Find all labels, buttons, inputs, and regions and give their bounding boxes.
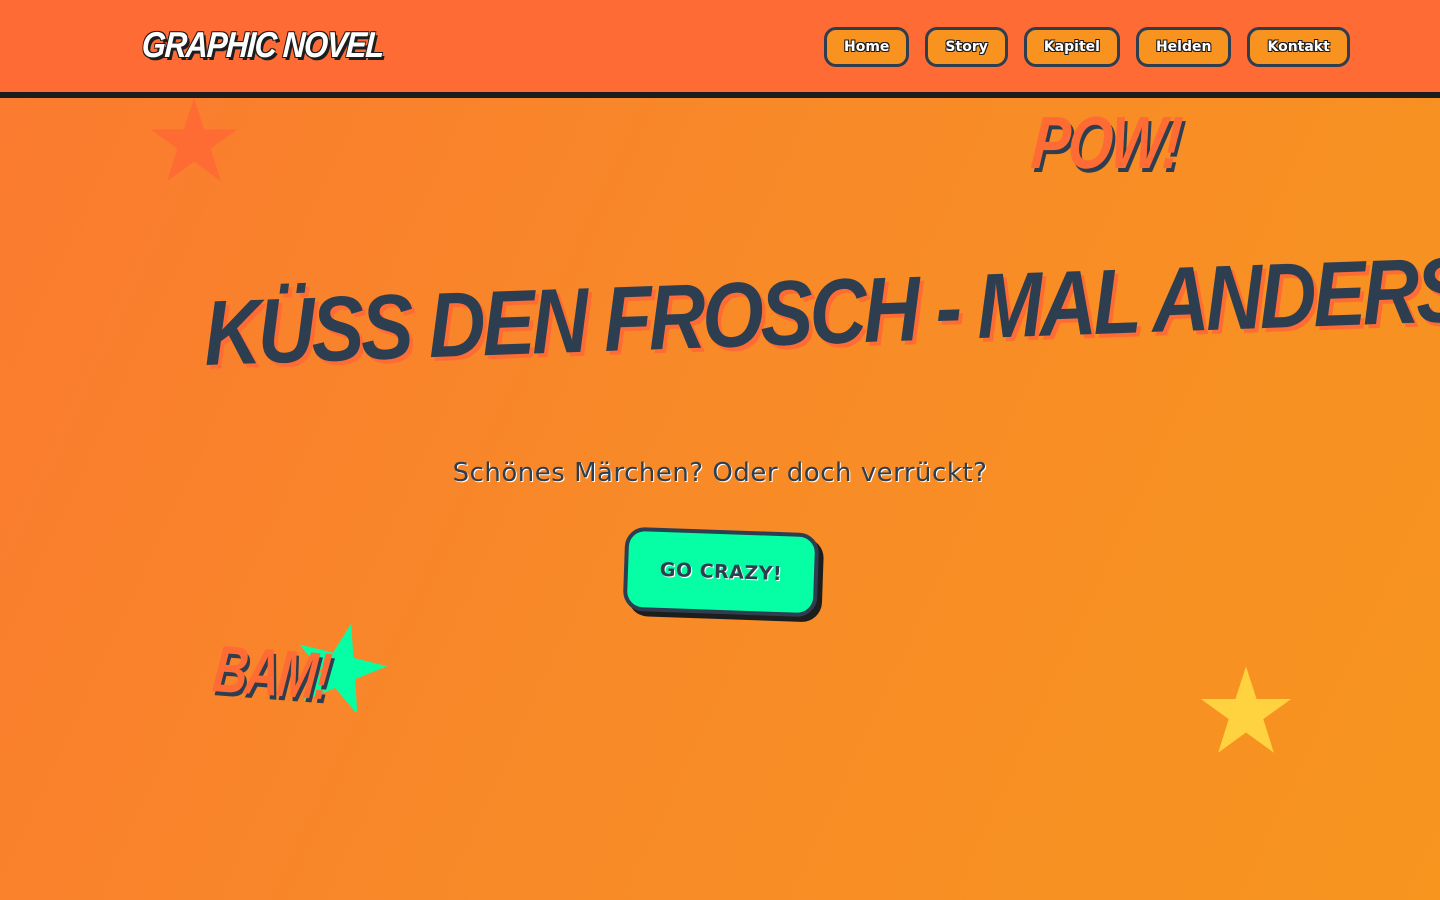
nav-story-button[interactable]: Story <box>925 27 1008 67</box>
hero-title: KÜSS DEN FROSCH - MAL ANDERS <box>202 238 1440 385</box>
nav-kapitel-button[interactable]: Kapitel <box>1023 27 1120 67</box>
nav-helden-button[interactable]: Helden <box>1135 27 1232 67</box>
hero-subtitle: Schönes Märchen? Oder doch verrückt? <box>452 458 988 488</box>
main-nav: Home Story Kapitel Helden Kontakt <box>824 27 1350 67</box>
go-crazy-button[interactable]: GO CRAZY! <box>622 526 820 618</box>
nav-kontakt-button[interactable]: Kontakt <box>1247 27 1350 67</box>
star-icon <box>1200 666 1292 753</box>
cta-wrapper: GO CRAZY! <box>622 526 820 618</box>
nav-home-button[interactable]: Home <box>824 27 910 67</box>
site-logo[interactable]: GRAPHIC NOVEL <box>141 24 385 66</box>
site-header: GRAPHIC NOVEL Home Story Kapitel Helden … <box>0 0 1440 98</box>
bam-burst-text: BAM! <box>209 631 333 714</box>
pow-burst-text: POW! <box>1028 101 1184 184</box>
star-icon <box>150 97 238 182</box>
